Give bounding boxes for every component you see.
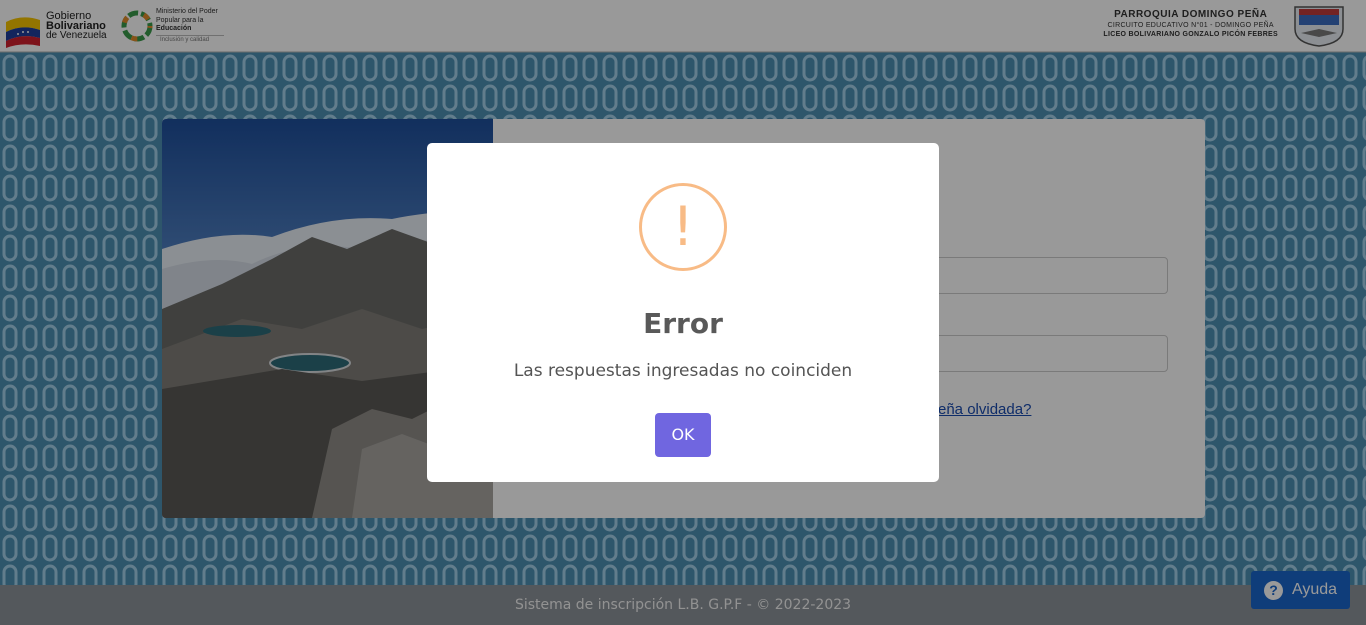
warning-icon-glyph: ! bbox=[672, 195, 694, 258]
dialog-title: Error bbox=[643, 307, 723, 340]
warning-icon: ! bbox=[639, 183, 727, 271]
dialog-message: Las respuestas ingresadas no coinciden bbox=[513, 361, 853, 381]
error-dialog: ! Error Las respuestas ingresadas no coi… bbox=[427, 143, 939, 482]
ok-button[interactable]: OK bbox=[655, 413, 711, 457]
